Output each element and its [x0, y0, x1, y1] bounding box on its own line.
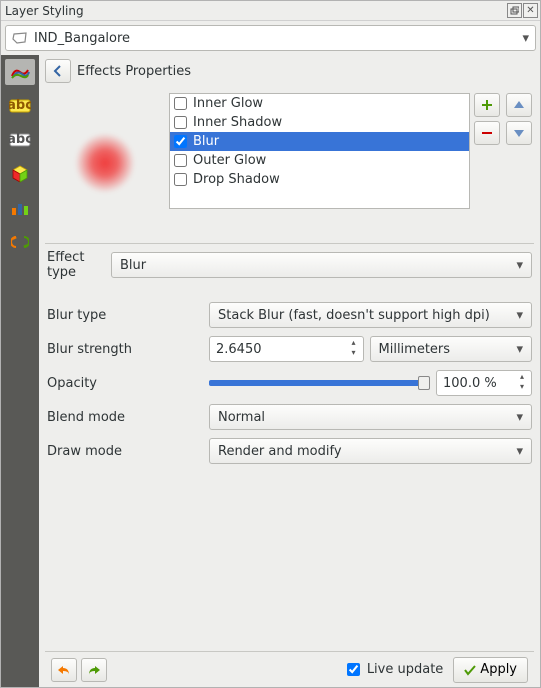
effect-label: Inner Glow — [193, 96, 263, 111]
blend-mode-label: Blend mode — [45, 410, 205, 425]
move-down-button[interactable] — [506, 121, 532, 145]
effect-form: Effect type Blur ▾ Blur type Stack Blur … — [45, 250, 534, 464]
effect-type-value: Blur — [120, 258, 146, 273]
list-item[interactable]: Outer Glow — [170, 151, 469, 170]
opacity-spin[interactable]: 100.0 % ▴▾ — [436, 370, 532, 396]
effect-checkbox[interactable] — [174, 173, 187, 186]
slider-thumb[interactable] — [418, 376, 430, 390]
undo-button[interactable] — [51, 658, 77, 682]
blur-strength-unit-select[interactable]: Millimeters ▾ — [370, 336, 533, 362]
effect-checkbox[interactable] — [174, 135, 187, 148]
layer-name: IND_Bangalore — [34, 31, 130, 46]
effect-checkbox[interactable] — [174, 97, 187, 110]
sidebar-diagrams[interactable] — [5, 195, 35, 221]
layer-selector-row: IND_Bangalore ▾ — [1, 21, 540, 55]
layer-combo[interactable]: IND_Bangalore ▾ — [5, 25, 536, 51]
spin-down-icon[interactable]: ▾ — [347, 349, 361, 359]
polygon-icon — [12, 32, 28, 44]
header-label: Effects Properties — [77, 64, 191, 79]
effect-preview — [45, 93, 165, 233]
layer-styling-panel: Layer Styling ✕ IND_Bangalore ▾ abc abc — [0, 0, 541, 688]
opacity-value: 100.0 % — [443, 376, 515, 391]
effect-checkbox[interactable] — [174, 154, 187, 167]
preview-symbol — [75, 133, 135, 193]
list-item[interactable]: Blur — [170, 132, 469, 151]
opacity-label: Opacity — [45, 376, 205, 391]
check-icon — [464, 664, 476, 676]
effect-label: Outer Glow — [193, 153, 266, 168]
blur-type-select[interactable]: Stack Blur (fast, doesn't support high d… — [209, 302, 532, 328]
opacity-slider[interactable] — [209, 380, 430, 386]
blur-type-label: Blur type — [45, 308, 205, 323]
sidebar-symbology[interactable] — [5, 59, 35, 85]
sidebar-labels-white[interactable]: abc — [5, 127, 35, 153]
chevron-down-icon: ▾ — [516, 444, 523, 459]
close-button[interactable]: ✕ — [523, 3, 538, 18]
spacer — [45, 464, 534, 651]
live-update-checkbox[interactable]: Live update — [343, 660, 443, 679]
separator — [45, 243, 534, 244]
effect-type-label: Effect type — [45, 250, 107, 280]
effect-checkbox[interactable] — [174, 116, 187, 129]
blend-mode-value: Normal — [218, 410, 265, 425]
sidebar-labels-yellow[interactable]: abc — [5, 93, 35, 119]
list-item[interactable]: Drop Shadow — [170, 170, 469, 189]
footer: Live update Apply — [45, 651, 534, 687]
effect-order-buttons — [506, 93, 534, 233]
back-button[interactable] — [45, 59, 71, 83]
effect-label: Inner Shadow — [193, 115, 282, 130]
content: Effects Properties Inner Glow Inner Shad… — [39, 55, 540, 687]
add-effect-button[interactable] — [474, 93, 500, 117]
spin-down-icon[interactable]: ▾ — [515, 383, 529, 393]
sidebar-history[interactable] — [5, 229, 35, 255]
blur-strength-label: Blur strength — [45, 342, 205, 357]
effect-label: Blur — [193, 134, 219, 149]
chevron-down-icon: ▾ — [516, 308, 523, 323]
sidebar-3d[interactable] — [5, 161, 35, 187]
redo-button[interactable] — [81, 658, 107, 682]
svg-text:abc: abc — [9, 133, 31, 147]
titlebar: Layer Styling ✕ — [1, 1, 540, 21]
undock-button[interactable] — [507, 3, 522, 18]
blur-strength-unit: Millimeters — [379, 342, 451, 357]
preview-row: Inner Glow Inner Shadow Blur Outer Glow … — [45, 93, 534, 233]
live-update-input[interactable] — [347, 663, 360, 676]
sidebar: abc abc — [1, 55, 39, 687]
list-item[interactable]: Inner Glow — [170, 94, 469, 113]
blur-type-value: Stack Blur (fast, doesn't support high d… — [218, 308, 490, 323]
effect-type-select[interactable]: Blur ▾ — [111, 252, 532, 278]
list-item[interactable]: Inner Shadow — [170, 113, 469, 132]
move-up-button[interactable] — [506, 93, 532, 117]
draw-mode-value: Render and modify — [218, 444, 342, 459]
draw-mode-label: Draw mode — [45, 444, 205, 459]
draw-mode-select[interactable]: Render and modify ▾ — [209, 438, 532, 464]
effects-list[interactable]: Inner Glow Inner Shadow Blur Outer Glow … — [169, 93, 470, 209]
live-update-label: Live update — [367, 662, 443, 677]
chevron-down-icon: ▾ — [516, 258, 523, 273]
apply-label: Apply — [480, 662, 517, 677]
svg-text:abc: abc — [9, 99, 31, 113]
effect-list-buttons — [474, 93, 502, 233]
body: abc abc Effects Properties — [1, 55, 540, 687]
chevron-down-icon: ▾ — [516, 342, 523, 357]
effect-label: Drop Shadow — [193, 172, 280, 187]
blur-strength-value: 2.6450 — [216, 342, 347, 357]
chevron-down-icon: ▾ — [522, 31, 529, 46]
blur-strength-spin[interactable]: 2.6450 ▴▾ — [209, 336, 364, 362]
header: Effects Properties — [45, 59, 534, 83]
blend-mode-select[interactable]: Normal ▾ — [209, 404, 532, 430]
remove-effect-button[interactable] — [474, 121, 500, 145]
panel-title: Layer Styling — [3, 4, 506, 18]
chevron-down-icon: ▾ — [516, 410, 523, 425]
apply-button[interactable]: Apply — [453, 657, 528, 683]
